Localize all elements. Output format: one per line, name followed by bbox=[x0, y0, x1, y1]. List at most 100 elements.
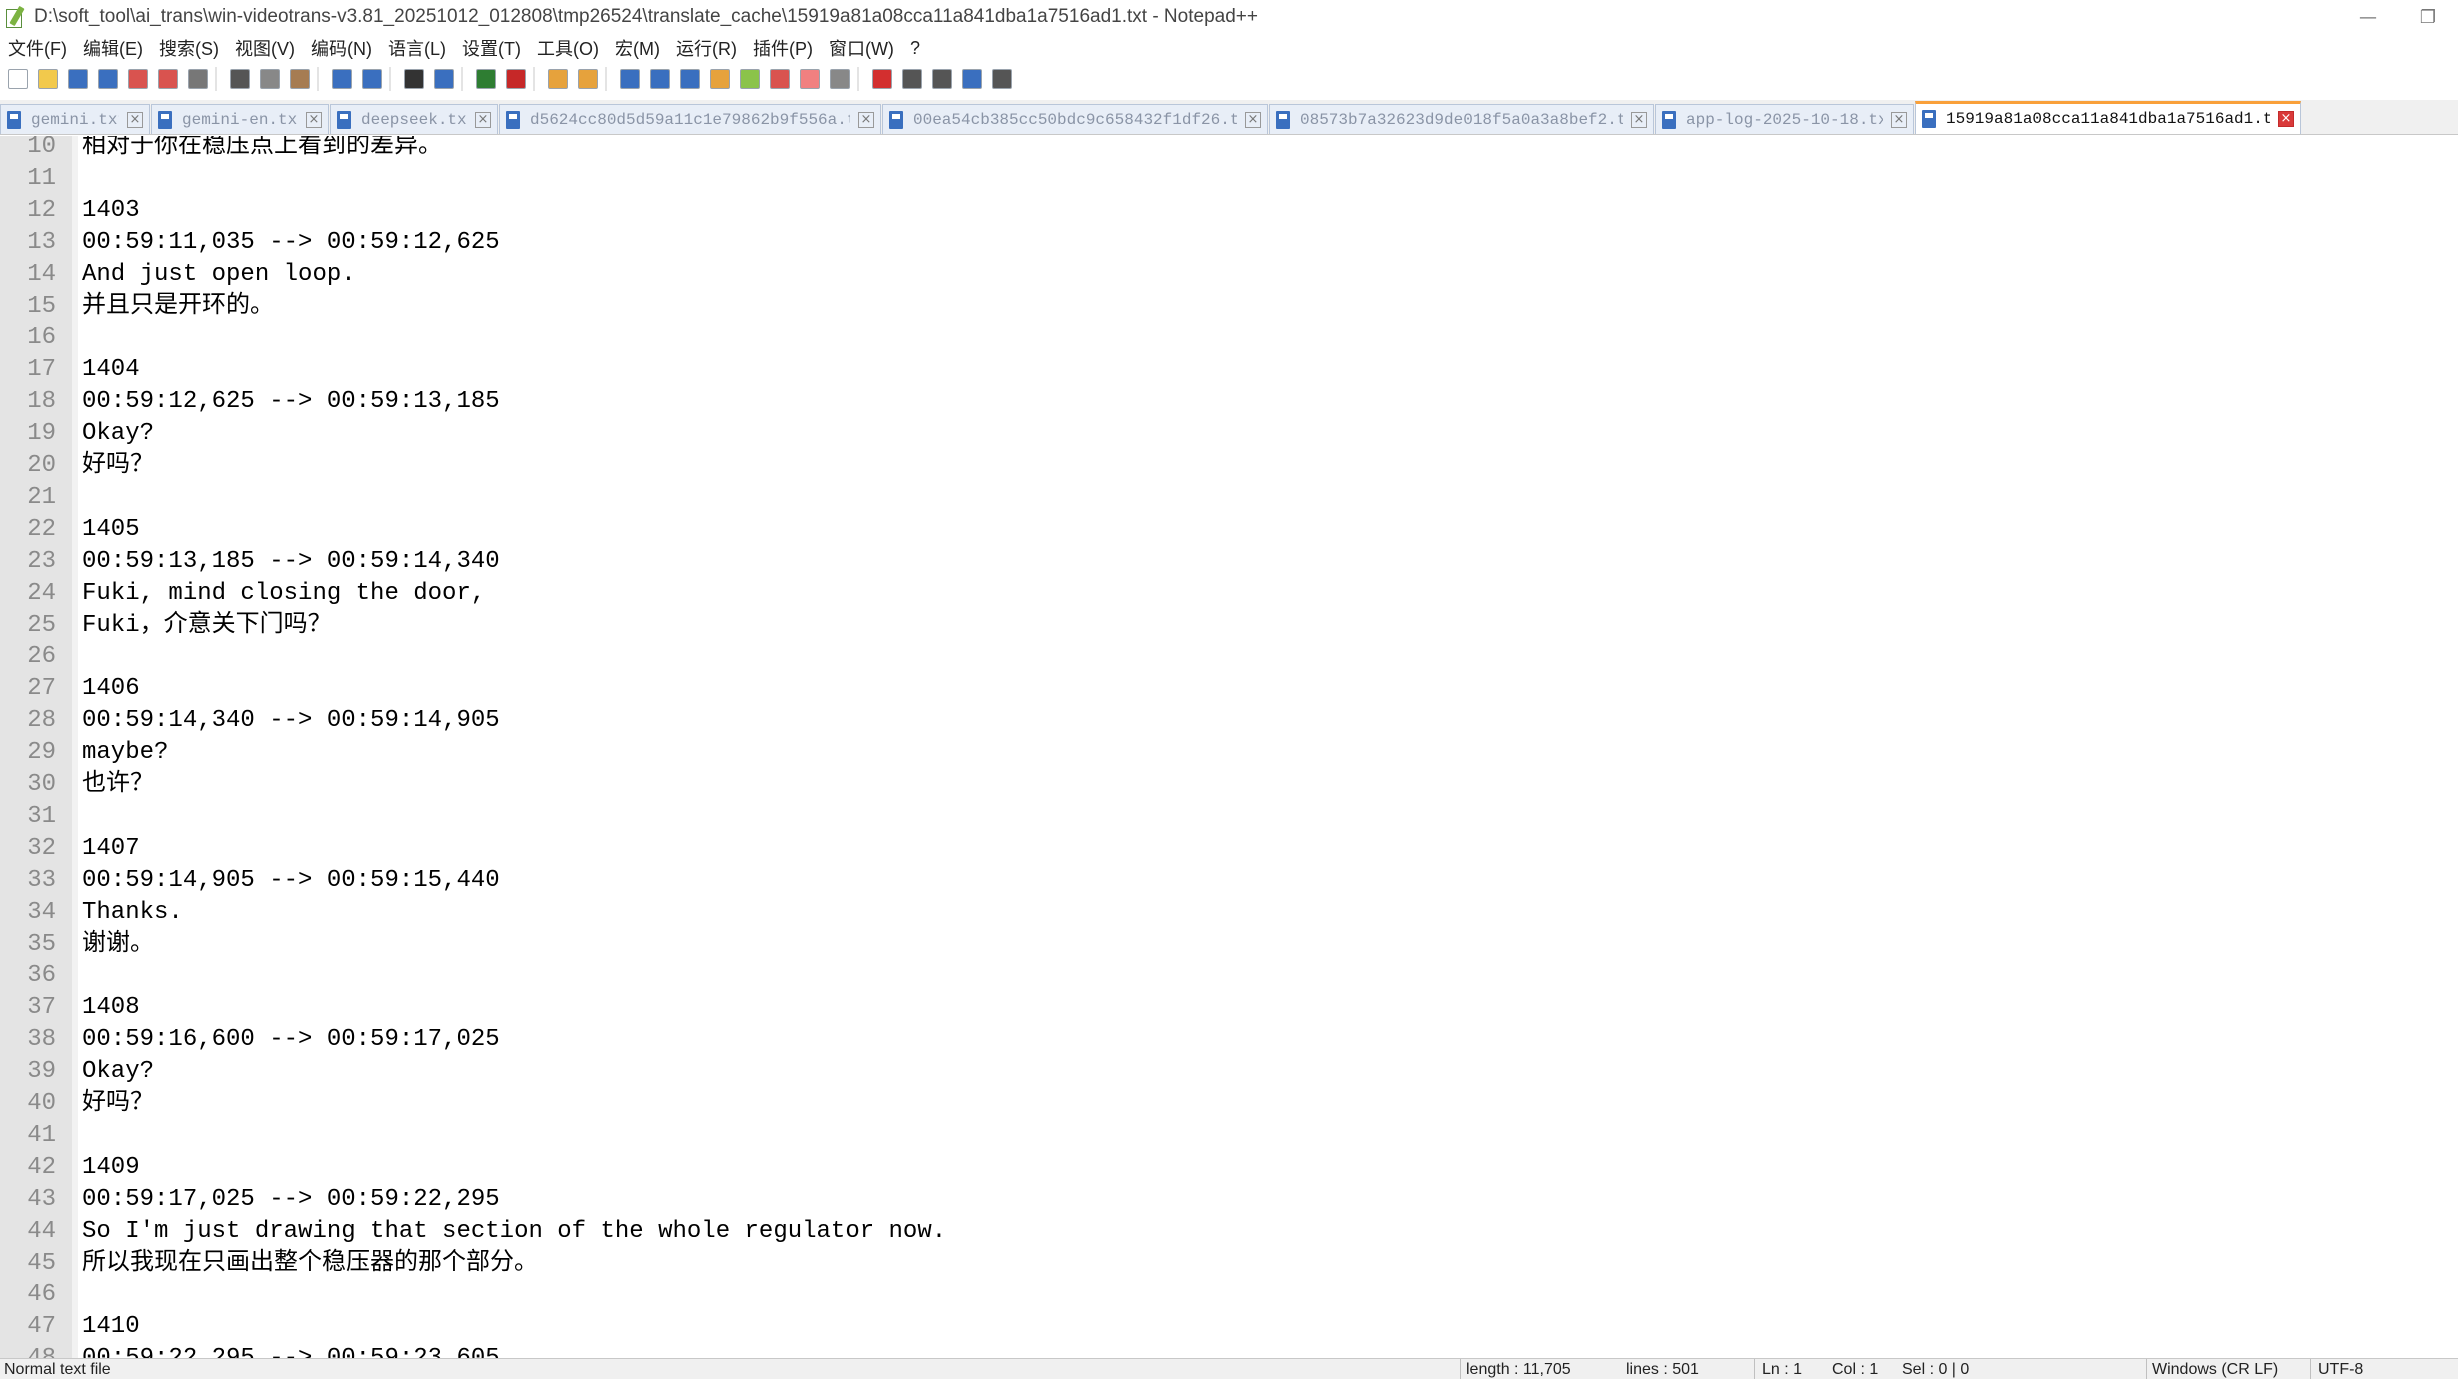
line-text[interactable]: Okay? bbox=[82, 419, 154, 449]
copy-icon[interactable] bbox=[258, 67, 282, 91]
editor-line[interactable]: 43 00:59:17,025 --> 00:59:22,295 bbox=[0, 1185, 2458, 1215]
tab-file[interactable]: 15919a81a08cca11a841dba1a7516ad1.txt × bbox=[1915, 101, 2301, 134]
menu-item[interactable]: 工具(O) bbox=[529, 35, 607, 61]
editor-line[interactable]: 18 00:59:12,625 --> 00:59:13,185 bbox=[0, 387, 2458, 417]
tab-file[interactable]: 00ea54cb385cc50bdc9c658432f1df26.txt × bbox=[882, 104, 1268, 134]
line-text[interactable]: 00:59:14,340 --> 00:59:14,905 bbox=[82, 706, 500, 736]
line-text[interactable]: 相对于你在稳压点上看到的差异。 bbox=[82, 136, 442, 162]
word-wrap-icon[interactable] bbox=[618, 67, 642, 91]
line-text[interactable]: 00:59:22,295 --> 00:59:23,605 bbox=[82, 1344, 500, 1358]
editor-line[interactable]: 21 bbox=[0, 483, 2458, 513]
zoom-out-icon[interactable] bbox=[504, 67, 528, 91]
status-eol[interactable]: Windows (CR LF) bbox=[2152, 1361, 2278, 1379]
editor-line[interactable]: 31 bbox=[0, 802, 2458, 832]
line-text[interactable]: Fuki，介意关下门吗？ bbox=[82, 611, 332, 641]
line-text[interactable]: 1404 bbox=[82, 355, 140, 385]
doc-map-icon[interactable] bbox=[738, 67, 762, 91]
editor-line[interactable]: 38 00:59:16,600 --> 00:59:17,025 bbox=[0, 1025, 2458, 1055]
menu-item[interactable]: 文件(F) bbox=[0, 35, 75, 61]
paste-icon[interactable] bbox=[288, 67, 312, 91]
tab-close-icon[interactable]: × bbox=[1245, 111, 1261, 128]
line-text[interactable]: 00:59:13,185 --> 00:59:14,340 bbox=[82, 547, 500, 577]
editor-line[interactable]: 32 1407 bbox=[0, 834, 2458, 864]
menu-item[interactable]: 语言(L) bbox=[380, 35, 454, 61]
menu-item[interactable]: ? bbox=[902, 38, 928, 59]
line-text[interactable]: 00:59:14,905 --> 00:59:15,440 bbox=[82, 866, 500, 896]
editor-line[interactable]: 47 1410 bbox=[0, 1312, 2458, 1342]
close-icon[interactable] bbox=[126, 67, 150, 91]
line-text[interactable]: So I'm just drawing that section of the … bbox=[82, 1217, 946, 1247]
cut-icon[interactable] bbox=[228, 67, 252, 91]
restore-button[interactable]: ❐ bbox=[2398, 0, 2458, 34]
tab-file[interactable]: deepseek.txt × bbox=[330, 104, 498, 134]
editor-line[interactable]: 10 相对于你在稳压点上看到的差异。 bbox=[0, 136, 2458, 162]
tab-close-icon[interactable]: × bbox=[475, 111, 491, 128]
editor-line[interactable]: 29 maybe? bbox=[0, 738, 2458, 768]
editor-line[interactable]: 42 1409 bbox=[0, 1153, 2458, 1183]
menu-item[interactable]: 运行(R) bbox=[668, 35, 745, 61]
save-icon[interactable] bbox=[66, 67, 90, 91]
editor-line[interactable]: 44 So I'm just drawing that section of th… bbox=[0, 1217, 2458, 1247]
editor-line[interactable]: 35 谢谢。 bbox=[0, 930, 2458, 960]
status-encoding[interactable]: UTF-8 bbox=[2318, 1361, 2363, 1379]
editor-line[interactable]: 34 Thanks. bbox=[0, 898, 2458, 928]
line-text[interactable]: 1410 bbox=[82, 1312, 140, 1342]
macro-save-icon[interactable] bbox=[990, 67, 1014, 91]
editor-line[interactable]: 12 1403 bbox=[0, 196, 2458, 226]
tab-file[interactable]: gemini.txt × bbox=[0, 104, 150, 134]
line-text[interactable]: 所以我现在只画出整个稳压器的那个部分。 bbox=[82, 1249, 538, 1279]
show-all-chars-icon[interactable] bbox=[648, 67, 672, 91]
menu-item[interactable]: 宏(M) bbox=[607, 35, 668, 61]
editor-line[interactable]: 24 Fuki, mind closing the door, bbox=[0, 579, 2458, 609]
tab-close-icon[interactable]: × bbox=[1631, 111, 1647, 128]
line-text[interactable]: 1405 bbox=[82, 515, 140, 545]
editor-line[interactable]: 40 好吗？ bbox=[0, 1089, 2458, 1119]
editor-line[interactable]: 41 bbox=[0, 1121, 2458, 1151]
menu-item[interactable]: 编辑(E) bbox=[75, 35, 151, 61]
editor-line[interactable]: 14 And just open loop. bbox=[0, 260, 2458, 290]
tab-file[interactable]: d5624cc80d5d59a11c1e79862b9f556a.txt × bbox=[499, 104, 881, 134]
macro-stop-icon[interactable] bbox=[900, 67, 924, 91]
line-text[interactable]: maybe? bbox=[82, 738, 168, 768]
line-text[interactable]: 好吗？ bbox=[82, 451, 154, 481]
line-text[interactable]: 并且只是开环的。 bbox=[82, 292, 274, 322]
replace-icon[interactable] bbox=[432, 67, 456, 91]
editor-line[interactable]: 28 00:59:14,340 --> 00:59:14,905 bbox=[0, 706, 2458, 736]
line-text[interactable]: 00:59:16,600 --> 00:59:17,025 bbox=[82, 1025, 500, 1055]
sync-horizontal-icon[interactable] bbox=[576, 67, 600, 91]
editor-line[interactable]: 17 1404 bbox=[0, 355, 2458, 385]
zoom-in-icon[interactable] bbox=[474, 67, 498, 91]
minimize-button[interactable]: — bbox=[2338, 0, 2398, 34]
editor-line[interactable]: 19 Okay? bbox=[0, 419, 2458, 449]
redo-icon[interactable] bbox=[360, 67, 384, 91]
sync-vertical-icon[interactable] bbox=[546, 67, 570, 91]
line-text[interactable]: 1406 bbox=[82, 674, 140, 704]
function-list-icon[interactable] bbox=[768, 67, 792, 91]
tab-close-icon[interactable]: × bbox=[127, 111, 143, 128]
line-text[interactable]: 谢谢。 bbox=[82, 930, 154, 960]
tab-file[interactable]: 08573b7a32623d9de018f5a0a3a8bef2.txt × bbox=[1269, 104, 1654, 134]
tab-close-icon[interactable]: × bbox=[2278, 111, 2294, 127]
print-icon[interactable] bbox=[186, 67, 210, 91]
folder-workspace-icon[interactable] bbox=[798, 67, 822, 91]
editor-line[interactable]: 26 bbox=[0, 642, 2458, 672]
menu-item[interactable]: 编码(N) bbox=[303, 35, 380, 61]
line-text[interactable]: Okay? bbox=[82, 1057, 154, 1087]
line-text[interactable]: 1407 bbox=[82, 834, 140, 864]
line-text[interactable]: 1408 bbox=[82, 993, 140, 1023]
line-text[interactable]: 00:59:11,035 --> 00:59:12,625 bbox=[82, 228, 500, 258]
menu-item[interactable]: 插件(P) bbox=[745, 35, 821, 61]
line-text[interactable]: 1403 bbox=[82, 196, 140, 226]
line-text[interactable]: 好吗？ bbox=[82, 1089, 154, 1119]
editor-line[interactable]: 45 所以我现在只画出整个稳压器的那个部分。 bbox=[0, 1249, 2458, 1279]
editor-line[interactable]: 33 00:59:14,905 --> 00:59:15,440 bbox=[0, 866, 2458, 896]
editor-line[interactable]: 13 00:59:11,035 --> 00:59:12,625 bbox=[0, 228, 2458, 258]
line-text[interactable]: 也许？ bbox=[82, 770, 154, 800]
tab-file[interactable]: gemini-en.txt × bbox=[151, 104, 329, 134]
editor-line[interactable]: 39 Okay? bbox=[0, 1057, 2458, 1087]
find-icon[interactable] bbox=[402, 67, 426, 91]
editor-line[interactable]: 46 bbox=[0, 1280, 2458, 1310]
editor-line[interactable]: 36 bbox=[0, 961, 2458, 991]
line-text[interactable]: 1409 bbox=[82, 1153, 140, 1183]
tab-close-icon[interactable]: × bbox=[858, 111, 874, 128]
